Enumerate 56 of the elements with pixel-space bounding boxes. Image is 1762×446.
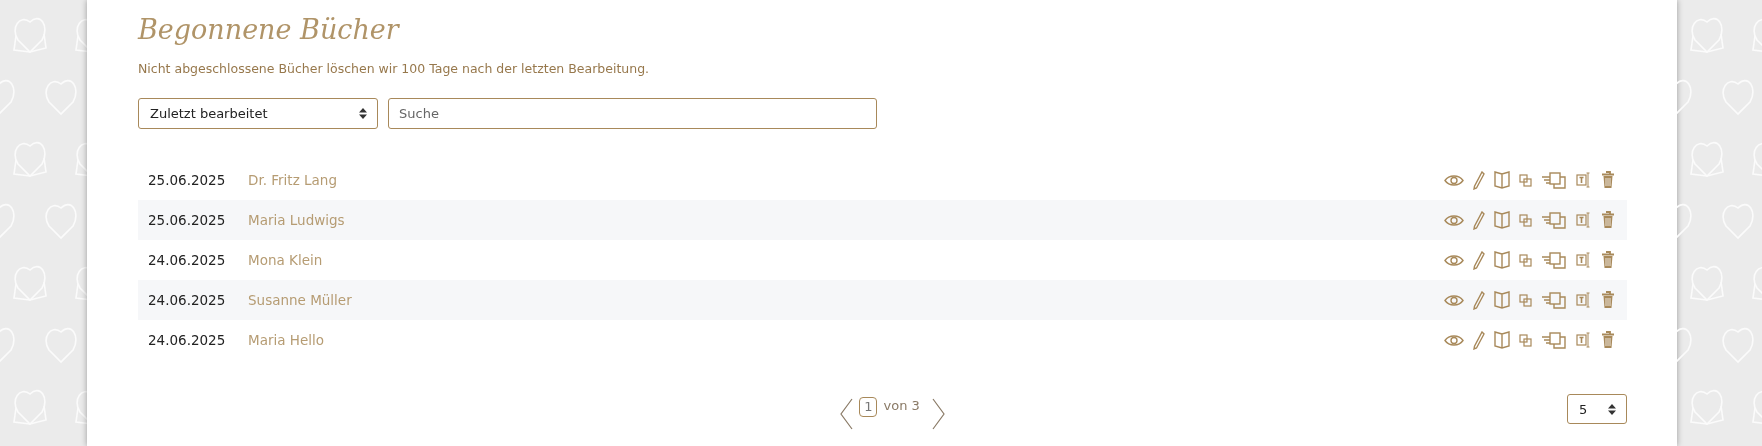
date-cell-text: 25.06.2025 (148, 212, 227, 228)
book-icon[interactable] (1494, 251, 1510, 269)
pencil-icon[interactable] (1473, 250, 1485, 270)
view-icon[interactable] (1444, 173, 1464, 187)
move-icon[interactable] (1541, 211, 1567, 229)
book-icon[interactable] (1494, 171, 1510, 189)
book-title-link[interactable]: Mona Klein (248, 252, 323, 268)
pencil-icon[interactable] (1473, 330, 1485, 350)
previous-page-icon[interactable] (839, 398, 854, 430)
copy-icon[interactable] (1519, 213, 1532, 227)
text-field-icon[interactable] (1576, 172, 1592, 188)
trash-icon[interactable] (1601, 251, 1615, 269)
page-count: von 3 (883, 398, 920, 413)
book-title-link[interactable]: Susanne Müller (248, 292, 352, 308)
page-size-select[interactable]: 5 (1567, 394, 1627, 424)
next-page-icon[interactable] (931, 398, 946, 430)
trash-icon[interactable] (1601, 331, 1615, 349)
view-icon[interactable] (1444, 333, 1464, 347)
book-icon[interactable] (1494, 291, 1510, 309)
text-field-icon[interactable] (1576, 332, 1592, 348)
page-number[interactable]: 1 (859, 397, 878, 417)
sort-arrows-icon (359, 108, 367, 119)
book-icon[interactable] (1494, 331, 1510, 349)
page-title: Begonnene Bücher (138, 13, 401, 47)
copy-icon[interactable] (1519, 253, 1532, 267)
date-cell-text: 24.06.2025 (148, 332, 227, 348)
date-cell-text: 24.06.2025 (148, 252, 227, 268)
book-title-link[interactable]: Maria Ludwigs (248, 212, 345, 228)
trash-icon[interactable] (1601, 291, 1615, 309)
pencil-icon[interactable] (1473, 290, 1485, 310)
move-icon[interactable] (1541, 291, 1567, 309)
book-title-link[interactable]: Dr. Fritz Lang (248, 172, 337, 188)
text-field-icon[interactable] (1576, 212, 1592, 228)
copy-icon[interactable] (1519, 173, 1532, 187)
move-icon[interactable] (1541, 331, 1567, 349)
view-icon[interactable] (1444, 293, 1464, 307)
book-title-link[interactable]: Maria Hello (248, 332, 324, 348)
move-icon[interactable] (1541, 251, 1567, 269)
copy-icon[interactable] (1519, 333, 1532, 347)
deletion-note: Nicht abgeschlossene Bücher löschen wir 100 Tage nach der letzten Bearbeitung. (138, 60, 651, 78)
search-field[interactable]: Suche (388, 98, 877, 129)
view-icon[interactable] (1444, 213, 1464, 227)
date-cell-text: 25.06.2025 (148, 172, 227, 188)
copy-icon[interactable] (1519, 293, 1532, 307)
view-icon[interactable] (1444, 253, 1464, 267)
move-icon[interactable] (1541, 171, 1567, 189)
text-field-icon[interactable] (1576, 292, 1592, 308)
trash-icon[interactable] (1601, 171, 1615, 189)
trash-icon[interactable] (1601, 211, 1615, 229)
text-field-icon[interactable] (1576, 252, 1592, 268)
pencil-icon[interactable] (1473, 210, 1485, 230)
date-cell-text: 24.06.2025 (148, 292, 227, 308)
pencil-icon[interactable] (1473, 170, 1485, 190)
book-icon[interactable] (1494, 211, 1510, 229)
sort-select[interactable]: Zuletzt bearbeitet (138, 98, 378, 129)
sort-arrows-icon (1608, 403, 1616, 415)
